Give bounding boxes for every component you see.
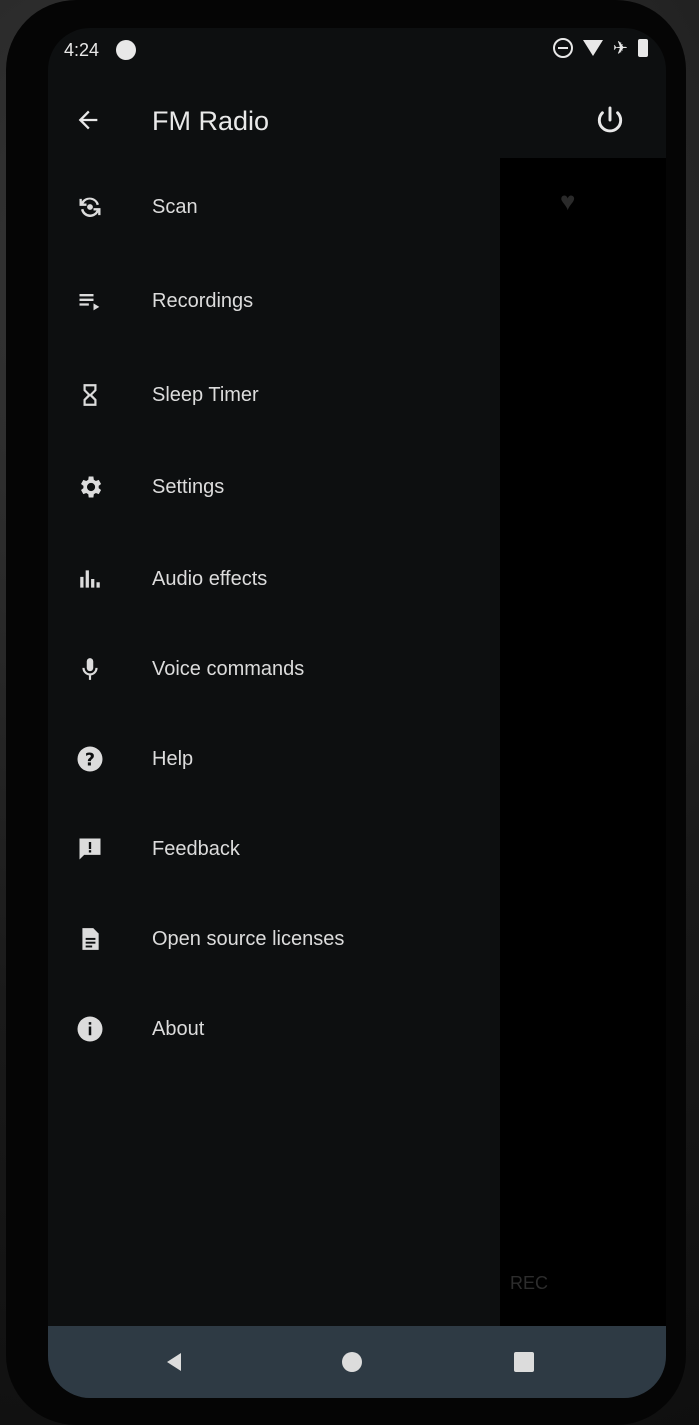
menu-item-audio-effects[interactable]: Audio effects: [62, 548, 267, 610]
screen: 4:24 ✈ FM Radio ♥ REC Scan Recordings Sl…: [48, 28, 666, 1398]
help-circle-icon: ?: [68, 737, 112, 781]
notification-icon: [116, 40, 136, 60]
menu-item-label: Settings: [152, 475, 225, 498]
menu-item-label: Audio effects: [152, 567, 268, 590]
phone-frame: 4:24 ✈ FM Radio ♥ REC Scan Recordings Sl…: [6, 0, 686, 1425]
app-bar: FM Radio: [48, 90, 666, 152]
nav-recents-button[interactable]: [508, 1346, 540, 1378]
menu-item-recordings[interactable]: Recordings: [62, 270, 253, 332]
nav-home-icon: [342, 1352, 362, 1372]
menu-item-about[interactable]: About: [62, 998, 204, 1060]
nav-recents-icon: [514, 1352, 534, 1372]
arrow-left-icon: [78, 110, 98, 130]
info-icon: [68, 1007, 112, 1051]
page-title: FM Radio: [152, 106, 270, 136]
nav-back-icon: [167, 1353, 181, 1371]
content-behind-drawer: ♥ REC: [500, 158, 666, 1338]
menu-item-label: Scan: [152, 195, 198, 218]
wifi-icon: [582, 40, 603, 56]
menu-item-voice-commands[interactable]: Voice commands: [62, 638, 304, 700]
menu-item-label: Sleep Timer: [152, 383, 259, 406]
scan-icon: [68, 185, 112, 229]
status-bar: 4:24 ✈: [48, 28, 666, 78]
back-button[interactable]: [66, 98, 110, 142]
nav-home-button[interactable]: [336, 1346, 368, 1378]
microphone-icon: [68, 647, 112, 691]
menu-item-label: Feedback: [152, 837, 240, 860]
menu-item-label: Recordings: [152, 289, 254, 312]
menu-item-label: About: [152, 1017, 205, 1040]
do-not-disturb-icon: [552, 38, 573, 58]
power-button[interactable]: [588, 98, 632, 142]
nav-back-button[interactable]: [158, 1346, 190, 1378]
gear-icon: [68, 465, 112, 509]
battery-icon: [638, 39, 648, 57]
document-icon: [68, 917, 112, 961]
menu-item-sleep-timer[interactable]: Sleep Timer: [62, 364, 259, 426]
status-time: 4:24: [64, 40, 100, 60]
menu-item-open-source-licenses[interactable]: Open source licenses: [62, 908, 344, 970]
menu-item-label: Open source licenses: [152, 927, 345, 950]
feedback-icon: [68, 827, 112, 871]
menu-item-feedback[interactable]: Feedback: [62, 818, 240, 880]
svg-text:?: ?: [85, 750, 95, 770]
heart-icon: ♥: [560, 186, 576, 216]
equalizer-icon: [68, 557, 112, 601]
airplane-icon: ✈: [612, 38, 628, 58]
hourglass-icon: [68, 373, 112, 417]
playlist-play-icon: [68, 279, 112, 323]
menu-item-settings[interactable]: Settings: [62, 456, 224, 518]
menu-item-label: Help: [152, 747, 194, 770]
system-nav-bar: [48, 1326, 666, 1398]
status-icons: ✈: [552, 38, 648, 58]
menu-item-scan[interactable]: Scan: [62, 176, 198, 238]
menu-item-label: Voice commands: [152, 657, 305, 680]
rec-label: REC: [510, 1273, 549, 1293]
menu-item-help[interactable]: ? Help: [62, 728, 193, 790]
power-icon: [597, 106, 623, 133]
